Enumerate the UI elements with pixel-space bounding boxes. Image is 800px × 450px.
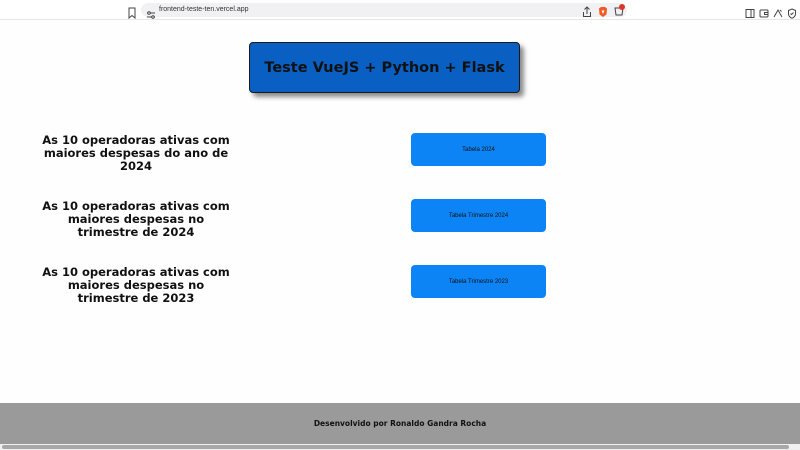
- leo-icon[interactable]: [773, 4, 783, 18]
- share-icon[interactable]: [582, 3, 592, 17]
- report-description: As 10 operadoras ativas com maiores desp…: [42, 199, 230, 239]
- page-title-box: Teste VueJS + Python + Flask: [249, 42, 520, 93]
- scrollbar-thumb[interactable]: [2, 445, 789, 449]
- vpn-icon[interactable]: [787, 4, 797, 19]
- report-row: As 10 operadoras ativas com maiores desp…: [0, 265, 800, 325]
- brave-shield-icon[interactable]: [598, 3, 608, 17]
- table-2024-button[interactable]: Tabela 2024: [411, 133, 546, 166]
- bookmark-icon[interactable]: [127, 4, 137, 20]
- report-description: As 10 operadoras ativas com maiores desp…: [42, 133, 230, 173]
- report-row: As 10 operadoras ativas com maiores desp…: [0, 199, 800, 259]
- sidebar-icon[interactable]: [745, 4, 755, 18]
- page-content: Teste VueJS + Python + Flask As 10 opera…: [0, 20, 800, 403]
- footer-credit: Desenvolvido por Ronaldo Gandra Rocha: [313, 419, 487, 428]
- browser-right-icons: [740, 3, 800, 19]
- table-quarter-2023-button[interactable]: Tabela Trimestre 2023: [411, 265, 546, 298]
- footer: Desenvolvido por Ronaldo Gandra Rocha: [0, 403, 800, 444]
- report-description: As 10 operadoras ativas com maiores desp…: [42, 265, 230, 305]
- table-quarter-2024-button[interactable]: Tabela Trimestre 2024: [411, 199, 546, 232]
- wallet-icon[interactable]: [759, 4, 769, 18]
- report-row: As 10 operadoras ativas com maiores desp…: [0, 133, 800, 193]
- page-title: Teste VueJS + Python + Flask: [264, 59, 505, 76]
- url-text[interactable]: frontend-teste-ten.vercel.app: [159, 4, 249, 16]
- horizontal-scrollbar[interactable]: [0, 444, 800, 450]
- browser-toolbar: frontend-teste-ten.vercel.app: [0, 0, 800, 20]
- brave-rewards-icon[interactable]: [613, 2, 625, 16]
- address-bar[interactable]: frontend-teste-ten.vercel.app: [141, 2, 627, 19]
- site-info-icon[interactable]: [146, 5, 156, 19]
